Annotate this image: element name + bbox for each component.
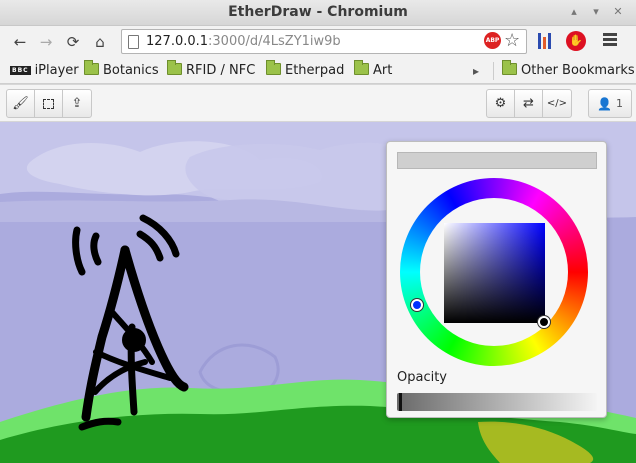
bookmark-label: Botanics [103,63,159,78]
bookmarks-divider [493,62,494,80]
tool-group-left: 🖌 ⇪ [6,89,92,118]
page-icon [128,35,139,49]
home-icon[interactable]: ⌂ [90,32,110,52]
settings-button[interactable]: ⚙ [487,90,515,117]
folder-icon [167,60,182,75]
bookmark-label: Art [373,63,393,78]
folder-icon [84,60,99,75]
color-swatch[interactable] [397,152,597,169]
saturation-value-square[interactable] [444,223,545,323]
adblock-icon[interactable]: ABP [484,32,501,49]
gear-icon: ⚙ [494,96,507,111]
bookmark-art[interactable]: Art [354,60,393,78]
bookmark-label: iPlayer [34,63,79,78]
bookmarks-overflow-icon[interactable]: ▸ [473,64,479,78]
opacity-label: Opacity [397,370,448,385]
opacity-slider[interactable] [397,393,597,411]
bookmark-iplayer[interactable]: BBC iPlayer [10,63,79,78]
user-icon: 👤 [597,96,612,111]
bookmark-label: RFID / NFC [186,63,256,78]
app-toolbar: 🖌 ⇪ ⚙ ⇄ </> 👤 1 [0,85,636,122]
hue-handle[interactable] [411,299,423,311]
folder-icon [502,60,517,75]
user-count: 1 [615,97,623,110]
select-rect-icon [43,98,54,109]
bookmark-botanics[interactable]: Botanics [84,60,159,78]
bookmark-star-icon[interactable]: ☆ [504,30,520,51]
url-host: 127.0.0.1 [146,34,209,49]
bookmarks-bar: BBC iPlayer Botanics RFID / NFC Etherpad … [0,58,636,84]
embed-button[interactable]: </> [543,90,571,117]
bookmark-other[interactable]: Other Bookmarks [502,60,635,78]
reload-icon[interactable]: ⟳ [63,32,83,52]
forward-icon[interactable]: → [36,32,56,52]
bookmark-label: Etherpad [285,63,345,78]
upload-button[interactable]: ⇪ [63,90,91,117]
menu-icon[interactable] [603,33,617,48]
tool-group-right: ⚙ ⇄ </> [486,89,572,118]
folder-icon [266,60,281,75]
select-tool-button[interactable] [35,90,63,117]
brush-icon: 🖌 [12,96,29,111]
tool-group-users: 👤 1 [588,89,632,118]
opacity-slider-handle[interactable] [399,393,402,411]
address-bar[interactable]: 127.0.0.1:3000/d/4LsZY1iw9b [121,29,527,54]
extension-bars-icon[interactable] [538,33,554,49]
close-window-icon[interactable]: ✕ [611,5,625,18]
blocker-extension-icon[interactable]: ✋ [566,31,586,51]
back-icon[interactable]: ← [10,32,30,52]
window-title: EtherDraw - Chromium [228,4,408,20]
bookmark-rfid-nfc[interactable]: RFID / NFC [167,60,256,78]
swap-icon: ⇄ [523,96,534,111]
bookmark-etherpad[interactable]: Etherpad [266,60,345,78]
url-path: :3000/d/4LsZY1iw9b [208,34,341,49]
brush-tool-button[interactable]: 🖌 [7,90,35,117]
import-export-button[interactable]: ⇄ [515,90,543,117]
embed-icon: </> [546,98,568,109]
upload-icon: ⇪ [71,96,83,111]
minimize-icon[interactable]: ▴ [567,5,581,18]
sv-handle[interactable] [538,316,550,328]
bookmark-label: Other Bookmarks [521,63,635,78]
color-picker-popup: Opacity [386,141,607,418]
url-text[interactable]: 127.0.0.1:3000/d/4LsZY1iw9b [146,34,341,49]
folder-icon [354,60,369,75]
window-titlebar: EtherDraw - Chromium ▴ ▾ ✕ [0,0,636,26]
bbc-icon: BBC [10,66,31,75]
users-button[interactable]: 👤 1 [589,90,631,117]
maximize-icon[interactable]: ▾ [589,5,603,18]
